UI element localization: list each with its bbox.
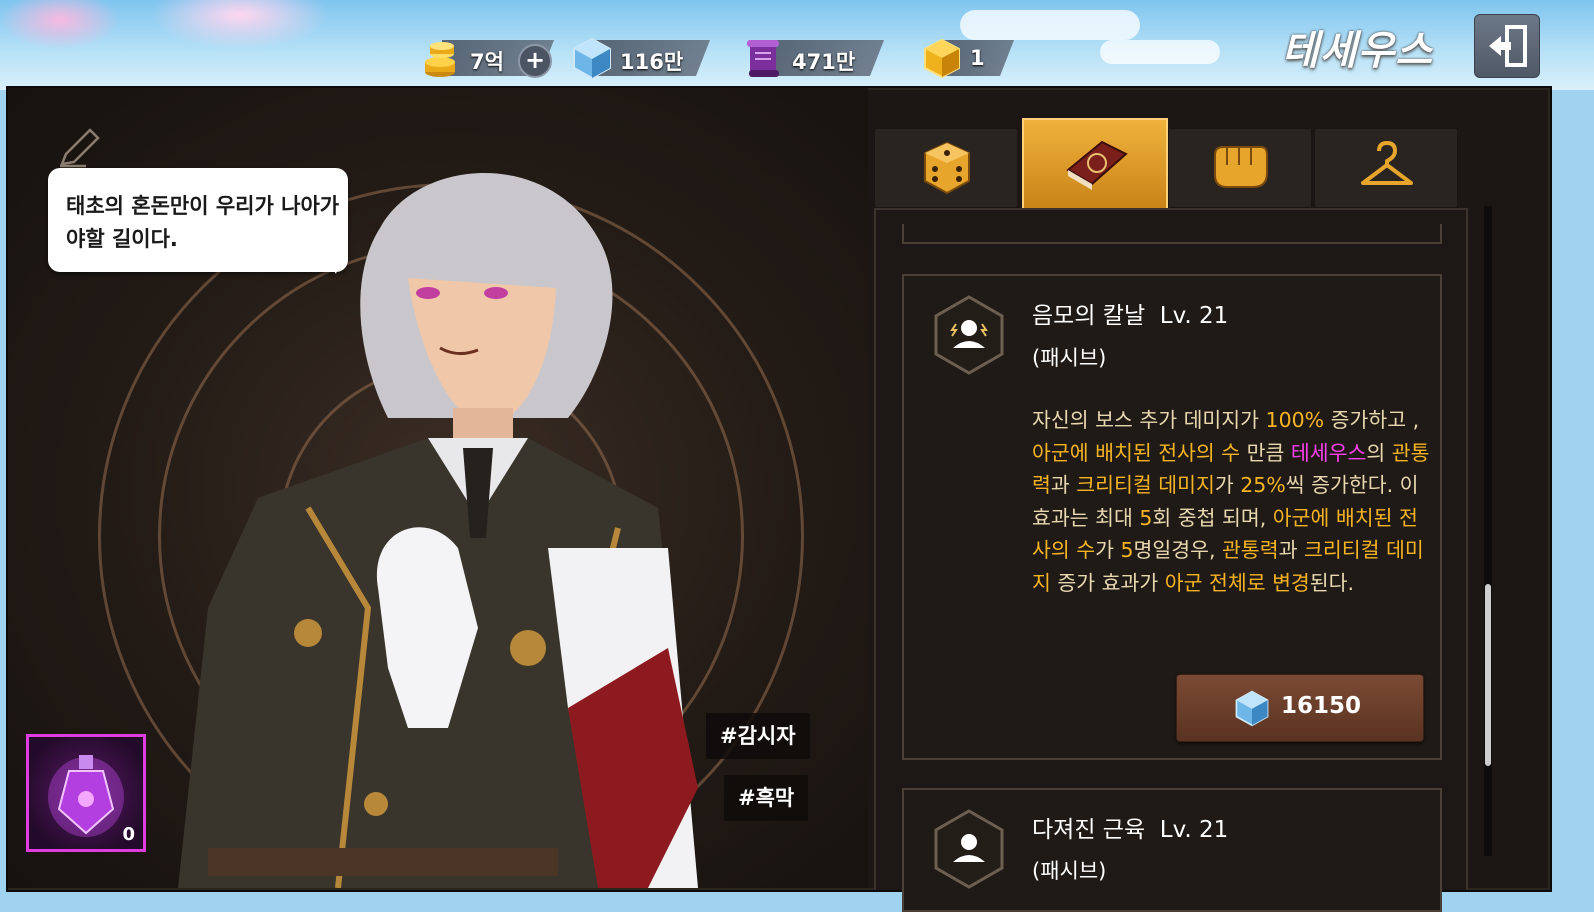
description-segment: 의 [1366, 440, 1392, 465]
description-segment: 가 [1095, 538, 1121, 563]
description-segment: 회 중첩 되며, [1152, 505, 1273, 530]
purple-scroll-icon [747, 40, 779, 77]
potion-item-slot[interactable]: 0 [26, 734, 146, 852]
description-segment: 만큼 [1240, 440, 1291, 465]
scroll-value: 471만 [792, 50, 856, 74]
dice-icon [924, 141, 970, 195]
edit-pencil-icon[interactable] [56, 126, 104, 170]
skill-level: Lv. 21 [1159, 817, 1229, 843]
skill-type: (패시브) [1032, 859, 1107, 883]
spellbook-icon [1066, 140, 1128, 190]
description-segment: 관통력 [1222, 538, 1279, 563]
description-segment: 증가하고 , [1324, 408, 1420, 432]
description-segment: 크리티컬 데미지 [1076, 473, 1215, 498]
description-segment: 명일경우, [1133, 538, 1223, 563]
skill-title: 음모의 칼날 Lv. 21 [1032, 296, 1228, 330]
speech-text: 태초의 혼돈만이 우리가 나아가야할 길이다. [66, 194, 340, 251]
passive-skill-icon [934, 809, 1004, 889]
add-gold-button[interactable]: + [518, 44, 552, 78]
gold-coins-icon [425, 42, 455, 77]
description-segment: 증가 효과가 [1050, 570, 1165, 595]
gold-value: 7억 [470, 50, 504, 74]
description-segment: 된다. [1309, 570, 1355, 595]
description-segment: 과 [1278, 538, 1305, 563]
crystal-value: 116만 [620, 50, 684, 74]
description-segment: 100% [1265, 408, 1325, 432]
skill-cost: 16150 [1281, 693, 1362, 719]
description-segment: 아군에 배치된 전사의 수 [1032, 440, 1241, 465]
tab-skills[interactable] [1022, 118, 1168, 210]
skill-description: 자신의 보스 추가 데미지가 100% 증가하고 , 아군에 배치된 전사의 수… [1032, 404, 1432, 600]
gold-cube-icon [924, 38, 960, 79]
tab-costume[interactable] [1314, 128, 1458, 208]
crystal-cube-icon [573, 37, 611, 80]
skill-name: 다져진 근육 [1032, 817, 1146, 843]
exit-door-icon [1489, 25, 1527, 67]
skill-type: (패시브) [1032, 346, 1107, 370]
description-segment: 25% [1240, 473, 1286, 498]
description-segment: 자신의 보스 추가 데미지가 [1032, 408, 1266, 432]
hero-name-title: 테세우스 [1282, 28, 1434, 74]
skill-upgrade-button[interactable]: 16150 [1176, 674, 1424, 742]
description-segment: 아군 전체로 변경 [1164, 570, 1310, 595]
fist-icon [1214, 146, 1268, 188]
skill-name: 음모의 칼날 [1032, 303, 1146, 329]
item-count: 0 [122, 824, 135, 845]
speech-bubble-tail [322, 252, 342, 274]
tag-watcher: #감시자 [706, 713, 810, 759]
tag-mastermind: #흑막 [724, 775, 809, 821]
gold-box-value: 1 [970, 46, 985, 70]
exit-button[interactable] [1474, 14, 1540, 78]
crystal-cube-icon [1235, 690, 1269, 727]
description-segment: 가 [1214, 473, 1241, 498]
scrollbar-thumb[interactable] [1485, 584, 1491, 766]
description-segment: 5 [1120, 538, 1134, 563]
skill-level: Lv. 21 [1159, 303, 1229, 329]
tab-dice[interactable] [874, 128, 1018, 208]
description-segment: 5 [1139, 505, 1153, 530]
speech-bubble: 태초의 혼돈만이 우리가 나아가야할 길이다. [48, 168, 348, 272]
hanger-icon [1361, 141, 1413, 185]
passive-skill-icon [934, 295, 1004, 375]
description-segment: 과 [1050, 473, 1077, 498]
description-segment: 테세우스 [1290, 440, 1367, 465]
tab-fist[interactable] [1168, 128, 1312, 208]
skill-title: 다져진 근육 Lv. 21 [1032, 810, 1228, 844]
previous-card-edge [902, 224, 1442, 244]
